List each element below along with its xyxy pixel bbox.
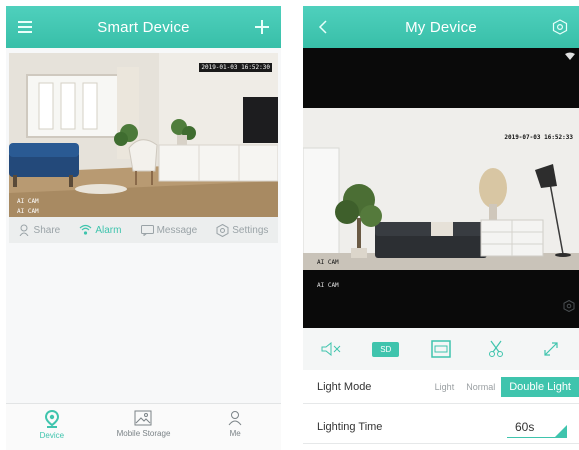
video-letterbox-top bbox=[303, 48, 579, 108]
light-mode-selector[interactable]: Light Normal Double Light bbox=[429, 377, 579, 397]
fullscreen-button[interactable] bbox=[534, 338, 568, 360]
nav-mobile-storage-label: Mobile Storage bbox=[116, 429, 171, 438]
message-icon bbox=[140, 224, 154, 236]
settings-button[interactable]: Settings bbox=[216, 223, 269, 237]
light-mode-option-double-light[interactable]: Double Light bbox=[501, 377, 579, 397]
chevron-left-icon[interactable] bbox=[305, 6, 339, 48]
alarm-icon bbox=[79, 224, 92, 235]
message-label: Message bbox=[156, 224, 198, 236]
timestamp-overlay: 2019-01-03 16:52:30 bbox=[199, 63, 272, 72]
my-device-screen: My Device 2019-07-03 16:52:33 AI CAM AI … bbox=[303, 6, 579, 450]
settings-label: Settings bbox=[232, 224, 269, 236]
alarm-button[interactable]: Alarm bbox=[79, 224, 121, 236]
nav-device[interactable]: Device bbox=[12, 410, 92, 440]
wifi-icon bbox=[565, 52, 575, 60]
nav-device-label: Device bbox=[39, 431, 65, 440]
header-bar: My Device bbox=[303, 6, 579, 48]
smart-device-screen: Smart Device 2019-01-03 16:52:30 AI CAM … bbox=[6, 6, 281, 450]
live-video-view[interactable]: 2019-07-03 16:52:33 AI CAM bbox=[303, 108, 579, 270]
snapshot-button[interactable] bbox=[424, 338, 458, 360]
device-pin-icon bbox=[44, 410, 59, 428]
share-label: Share bbox=[33, 224, 61, 236]
expand-icon bbox=[544, 342, 558, 356]
page-title: Smart Device bbox=[97, 18, 190, 36]
settings-icon[interactable] bbox=[563, 300, 575, 312]
camera-label-secondary: AI CAM bbox=[17, 208, 39, 215]
camera-preview[interactable]: 2019-01-03 16:52:30 AI CAM AI CAM bbox=[9, 53, 278, 217]
scissors-icon bbox=[489, 340, 504, 357]
lighting-time-select[interactable]: 60s bbox=[507, 416, 567, 438]
lighting-time-row: Lighting Time 60s bbox=[303, 410, 579, 444]
menu-icon[interactable] bbox=[8, 6, 42, 48]
settings-icon[interactable] bbox=[543, 6, 577, 48]
nav-mobile-storage[interactable]: Mobile Storage bbox=[103, 410, 183, 438]
light-mode-option-normal[interactable]: Normal bbox=[460, 377, 501, 397]
speaker-mute-icon bbox=[321, 342, 340, 356]
camera-label-secondary: AI CAM bbox=[317, 282, 339, 289]
mute-button[interactable] bbox=[314, 338, 348, 360]
alarm-label: Alarm bbox=[95, 224, 122, 236]
bottom-navigation: Device Mobile Storage Me bbox=[6, 403, 281, 450]
settings-icon bbox=[216, 223, 229, 237]
message-button[interactable]: Message bbox=[140, 224, 198, 236]
picture-frame-icon bbox=[431, 340, 451, 358]
dropdown-corner-icon bbox=[555, 425, 567, 437]
page-title: My Device bbox=[405, 18, 477, 36]
nav-me[interactable]: Me bbox=[195, 410, 275, 438]
person-icon bbox=[228, 411, 242, 426]
living-room-scene bbox=[9, 53, 278, 217]
living-room-scene-2 bbox=[303, 108, 579, 270]
light-mode-label: Light Mode bbox=[317, 380, 372, 393]
header-bar: Smart Device bbox=[6, 6, 281, 48]
camera-label: AI CAM bbox=[17, 198, 39, 205]
device-toolbar: Share Alarm Message Settings bbox=[9, 217, 278, 243]
lighting-time-value: 60s bbox=[515, 420, 535, 434]
light-mode-row: Light Mode Light Normal Double Light bbox=[303, 370, 579, 404]
sd-quality-button[interactable]: SD bbox=[369, 338, 403, 360]
lighting-time-label: Lighting Time bbox=[317, 420, 383, 433]
timestamp-overlay: 2019-07-03 16:52:33 bbox=[504, 134, 573, 141]
video-letterbox-bottom: AI CAM bbox=[303, 270, 579, 328]
image-icon bbox=[134, 410, 152, 426]
share-icon bbox=[19, 224, 28, 236]
light-mode-option-light[interactable]: Light bbox=[429, 377, 461, 397]
video-controls: SD bbox=[303, 328, 579, 370]
sd-label: SD bbox=[372, 341, 400, 357]
nav-me-label: Me bbox=[229, 429, 241, 438]
clip-button[interactable] bbox=[479, 338, 513, 360]
plus-icon[interactable] bbox=[245, 6, 279, 48]
camera-label: AI CAM bbox=[317, 259, 339, 266]
share-button[interactable]: Share bbox=[19, 224, 61, 236]
